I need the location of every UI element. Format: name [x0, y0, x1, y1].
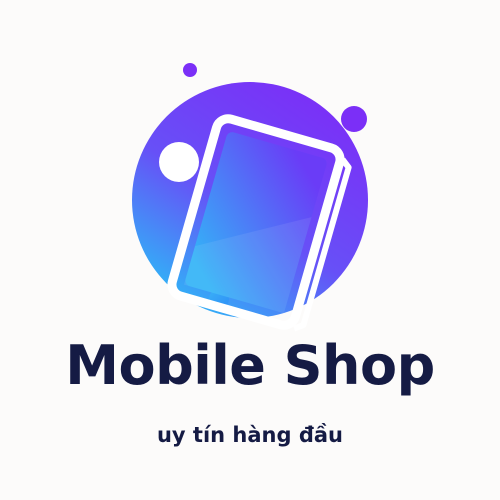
- mobile-shop-logo: [132, 63, 368, 332]
- bubble-purple: [341, 106, 367, 132]
- bubble-small-purple: [183, 63, 197, 77]
- brand-tagline: uy tín hàng đầu: [156, 423, 344, 447]
- logo-canvas: Mobile Shop uy tín hàng đầu: [0, 0, 500, 500]
- brand-name: Mobile Shop: [65, 334, 435, 397]
- bubble-white: [159, 142, 199, 182]
